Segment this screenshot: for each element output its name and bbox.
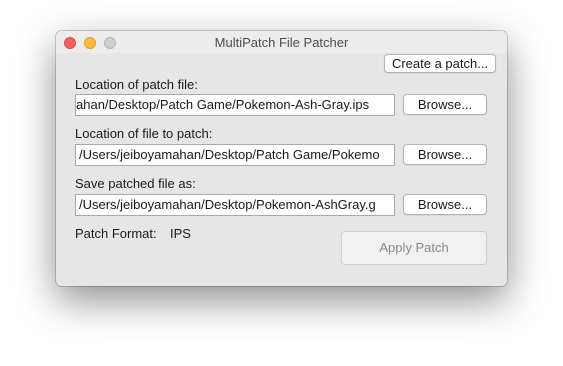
patch-format-label: Patch Format: [75, 226, 157, 241]
target-file-label: Location of file to patch: [75, 126, 213, 141]
target-file-field[interactable]: /Users/jeiboyamahan/Desktop/Patch Game/P… [75, 144, 395, 166]
browse-patch-file-button[interactable]: Browse... [403, 94, 487, 115]
window-title: MultiPatch File Patcher [214, 35, 349, 50]
title-bar[interactable]: MultiPatch File Patcher [56, 31, 507, 53]
create-patch-button[interactable]: Create a patch... [384, 54, 496, 73]
patcher-window: MultiPatch File Patcher Create a patch..… [56, 31, 507, 286]
apply-patch-button[interactable]: Apply Patch [341, 231, 487, 265]
patch-format-value: IPS [170, 226, 191, 241]
browse-output-file-button[interactable]: Browse... [403, 194, 487, 215]
output-file-label: Save patched file as: [75, 176, 196, 191]
patch-file-value: ahan/Desktop/Patch Game/Pokemon-Ash-Gray… [76, 97, 370, 112]
browse-target-file-button[interactable]: Browse... [403, 144, 487, 165]
patch-file-label: Location of patch file: [75, 77, 198, 92]
patch-file-field[interactable]: ahan/Desktop/Patch Game/Pokemon-Ash-Gray… [75, 94, 395, 116]
output-file-field[interactable]: /Users/jeiboyamahan/Desktop/Pokemon-AshG… [75, 194, 395, 216]
